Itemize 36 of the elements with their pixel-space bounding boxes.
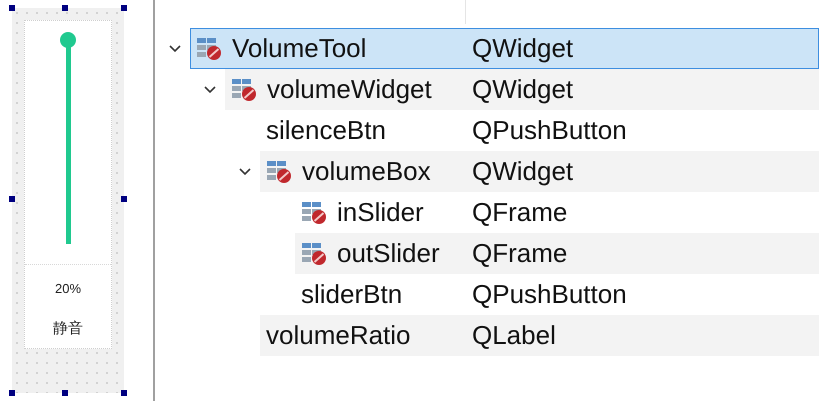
class-name: QFrame	[472, 237, 568, 270]
tree-row[interactable]: inSlider QFrame	[295, 192, 819, 233]
volume-slider[interactable]	[60, 32, 76, 244]
class-name: QFrame	[472, 196, 568, 229]
volume-ratio-label: 20%	[54, 280, 82, 298]
object-name: inSlider	[337, 196, 424, 229]
object-name: volumeBox	[302, 155, 431, 188]
class-name: QLabel	[472, 319, 556, 352]
slider-handle[interactable]	[60, 32, 76, 48]
object-name: outSlider	[337, 237, 440, 270]
resize-handle[interactable]	[9, 5, 15, 11]
tree-row[interactable]: volumeWidget QWidget	[225, 69, 819, 110]
object-name: volumeWidget	[267, 73, 432, 106]
tree-row[interactable]: volumeRatio QLabel	[260, 315, 819, 356]
tree-row[interactable]: volumeBox QWidget	[260, 151, 819, 192]
object-name: volumeRatio	[266, 319, 411, 352]
resize-handle[interactable]	[121, 390, 127, 396]
tree-row[interactable]: outSlider QFrame	[295, 233, 819, 274]
resize-handle[interactable]	[121, 196, 127, 202]
class-name: QPushButton	[472, 114, 627, 147]
resize-handle[interactable]	[121, 5, 127, 11]
tree-row[interactable]: sliderBtn QPushButton	[295, 274, 819, 315]
resize-handle[interactable]	[9, 196, 15, 202]
object-name: sliderBtn	[301, 278, 402, 311]
object-name: VolumeTool	[232, 32, 366, 65]
class-name: QWidget	[472, 32, 574, 65]
tree-row[interactable]: silenceBtn QPushButton	[260, 110, 819, 151]
tree-row[interactable]: VolumeTool QWidget	[190, 28, 819, 69]
class-name: QWidget	[472, 73, 574, 106]
class-name: QPushButton	[472, 278, 627, 311]
resize-handle[interactable]	[62, 390, 68, 396]
resize-handle[interactable]	[9, 390, 15, 396]
object-name: silenceBtn	[266, 114, 386, 147]
class-name: QWidget	[472, 155, 574, 188]
mute-button[interactable]: 静音	[53, 316, 83, 339]
resize-handle[interactable]	[62, 5, 68, 11]
